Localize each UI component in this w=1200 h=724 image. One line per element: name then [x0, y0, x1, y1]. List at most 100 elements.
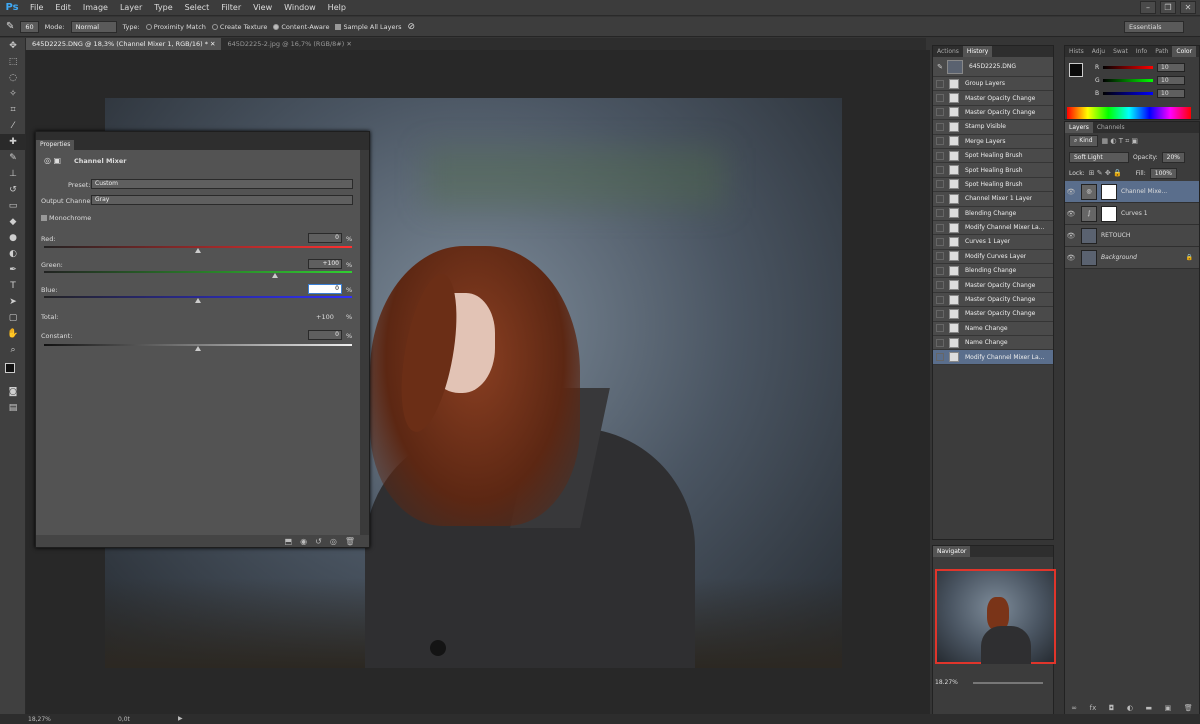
b-value[interactable]: 10 — [1157, 89, 1185, 98]
history-snapshot-checkbox[interactable] — [936, 94, 944, 103]
history-item[interactable]: Merge Layers — [933, 134, 1053, 149]
g-value[interactable]: 10 — [1157, 76, 1185, 85]
brush-size-picker[interactable]: 60 — [20, 20, 39, 33]
new-layer-icon[interactable]: ▣ — [1165, 704, 1172, 712]
history-item[interactable]: Group Layers — [933, 77, 1053, 92]
menu-filter[interactable]: Filter — [215, 3, 247, 12]
trash-icon[interactable]: 🗑 — [345, 537, 355, 546]
blur-tool-icon[interactable]: ● — [0, 230, 26, 246]
green-value[interactable]: +100 — [308, 259, 342, 269]
history-brush-tool-icon[interactable]: ↺ — [0, 182, 26, 198]
tab-swatches[interactable]: Swat — [1109, 46, 1132, 57]
history-snapshot-checkbox[interactable] — [936, 209, 944, 218]
tab-adjustments[interactable]: Adju — [1088, 46, 1109, 57]
type-proximity-radio[interactable]: Proximity Match — [145, 23, 206, 31]
menu-help[interactable]: Help — [322, 3, 352, 12]
eyedropper-tool-icon[interactable]: ⁄ — [0, 118, 26, 134]
constant-slider-thumb[interactable] — [195, 346, 201, 351]
screen-mode-icon[interactable]: ▤ — [0, 400, 26, 416]
shape-tool-icon[interactable]: ▢ — [0, 310, 26, 326]
history-item[interactable]: Modify Curves Layer — [933, 249, 1053, 265]
history-snapshot-checkbox[interactable] — [936, 338, 944, 347]
brush-tool-icon[interactable]: ✎ — [0, 150, 26, 166]
pressure-icon[interactable]: ⊘ — [408, 22, 416, 32]
crop-tool-icon[interactable]: ⌗ — [0, 102, 26, 118]
stamp-tool-icon[interactable]: ⊥ — [0, 166, 26, 182]
mask-icon[interactable]: ◘ — [1109, 704, 1115, 712]
menu-edit[interactable]: Edit — [49, 3, 77, 12]
properties-scrollbar[interactable] — [360, 150, 369, 540]
panel-titlebar[interactable] — [36, 132, 369, 140]
history-snapshot-checkbox[interactable] — [936, 137, 944, 146]
history-snapshot-checkbox[interactable] — [936, 223, 944, 232]
history-item[interactable]: Master Opacity Change — [933, 91, 1053, 106]
menu-select[interactable]: Select — [179, 3, 216, 12]
menu-type[interactable]: Type — [148, 3, 178, 12]
blue-value[interactable]: 0 — [308, 284, 342, 294]
menu-image[interactable]: Image — [77, 3, 114, 12]
close-icon[interactable]: ✕ — [1180, 1, 1196, 14]
tab-info[interactable]: Info — [1132, 46, 1151, 57]
layer-row-channel-mixer[interactable]: 👁 ◎ Channel Mixe... — [1065, 181, 1199, 203]
color-spectrum-bar[interactable] — [1067, 107, 1191, 119]
doc-tab-2[interactable]: 645D2225-2.jpg @ 16,7% (RGB/8#) ✕ — [221, 38, 358, 50]
history-snapshot-checkbox[interactable] — [936, 237, 944, 246]
adjustment-icon[interactable]: ◐ — [1127, 704, 1133, 712]
layer-filter-select[interactable]: ⌕ Kind — [1069, 135, 1098, 147]
r-value[interactable]: 10 — [1157, 63, 1185, 72]
lasso-tool-icon[interactable]: ◌ — [0, 70, 26, 86]
navigator-zoom[interactable]: 18.27% — [935, 679, 958, 686]
history-snapshot-checkbox[interactable] — [936, 324, 944, 333]
move-tool-icon[interactable]: ✥ — [0, 38, 26, 54]
tab-navigator[interactable]: Navigator — [933, 546, 971, 557]
history-item[interactable]: Master Opacity Change — [933, 278, 1053, 293]
constant-value[interactable]: 0 — [308, 330, 342, 340]
history-item[interactable]: Spot Healing Brush — [933, 148, 1053, 164]
history-snapshot-checkbox[interactable] — [936, 151, 944, 160]
bucket-tool-icon[interactable]: ◆ — [0, 214, 26, 230]
workspace-select[interactable]: Essentials — [1124, 21, 1184, 33]
view-previous-icon[interactable]: ◉ — [300, 537, 307, 546]
link-icon[interactable]: ∞ — [1071, 704, 1077, 712]
history-snapshot-checkbox[interactable] — [936, 79, 944, 88]
green-slider[interactable] — [44, 271, 352, 273]
layer-row-retouch[interactable]: 👁 RETOUCH — [1065, 225, 1199, 247]
history-item[interactable]: Stamp Visible — [933, 120, 1053, 135]
blue-slider-thumb[interactable] — [195, 298, 201, 303]
eye-icon[interactable]: 👁 — [1065, 210, 1077, 218]
tab-paths[interactable]: Path — [1151, 46, 1172, 57]
history-snapshot-checkbox[interactable] — [936, 252, 944, 261]
tab-history[interactable]: History — [962, 46, 993, 57]
marquee-tool-icon[interactable]: ⬚ — [0, 54, 26, 70]
type-texture-radio[interactable]: Create Texture — [211, 23, 267, 31]
history-snapshot-checkbox[interactable] — [936, 309, 944, 318]
monochrome-checkbox[interactable]: Monochrome — [41, 214, 91, 222]
healing-brush-icon[interactable]: ✎ — [6, 21, 14, 32]
layer-row-curves[interactable]: 👁 ∫ Curves 1 — [1065, 203, 1199, 225]
history-snapshot-checkbox[interactable] — [936, 180, 944, 189]
zoom-tool-icon[interactable]: ⌕ — [0, 342, 26, 358]
history-item[interactable]: Name Change — [933, 321, 1053, 337]
history-snapshot[interactable]: ✎ 645D2225.DNG — [933, 57, 1053, 77]
fill-input[interactable]: 100% — [1149, 167, 1177, 179]
menu-layer[interactable]: Layer — [114, 3, 148, 12]
type-tool-icon[interactable]: T — [0, 278, 26, 294]
clip-icon[interactable]: ⬒ — [285, 537, 293, 546]
history-item[interactable]: Spot Healing Brush — [933, 177, 1053, 193]
mode-select[interactable]: Normal — [70, 20, 117, 33]
status-arrow-icon[interactable]: ▶ — [178, 715, 183, 722]
history-item[interactable]: Spot Healing Brush — [933, 163, 1053, 178]
history-snapshot-checkbox[interactable] — [936, 122, 944, 131]
eye-icon[interactable]: 👁 — [1065, 232, 1077, 240]
history-item[interactable]: Master Opacity Change — [933, 307, 1053, 322]
g-slider[interactable] — [1103, 79, 1153, 82]
history-snapshot-checkbox[interactable] — [936, 108, 944, 117]
layer-row-background[interactable]: 👁 Background 🔒 — [1065, 247, 1199, 269]
history-item[interactable]: Modify Channel Mixer La... — [933, 220, 1053, 236]
lock-icons[interactable]: ⊞ ✎ ✥ 🔒 — [1089, 169, 1122, 177]
visibility-icon[interactable]: ◎ — [330, 537, 337, 546]
history-item[interactable]: Curves 1 Layer — [933, 235, 1053, 250]
tab-histogram[interactable]: Hists — [1065, 46, 1088, 57]
trash-icon[interactable]: 🗑 — [1184, 704, 1193, 712]
eraser-tool-icon[interactable]: ▭ — [0, 198, 26, 214]
